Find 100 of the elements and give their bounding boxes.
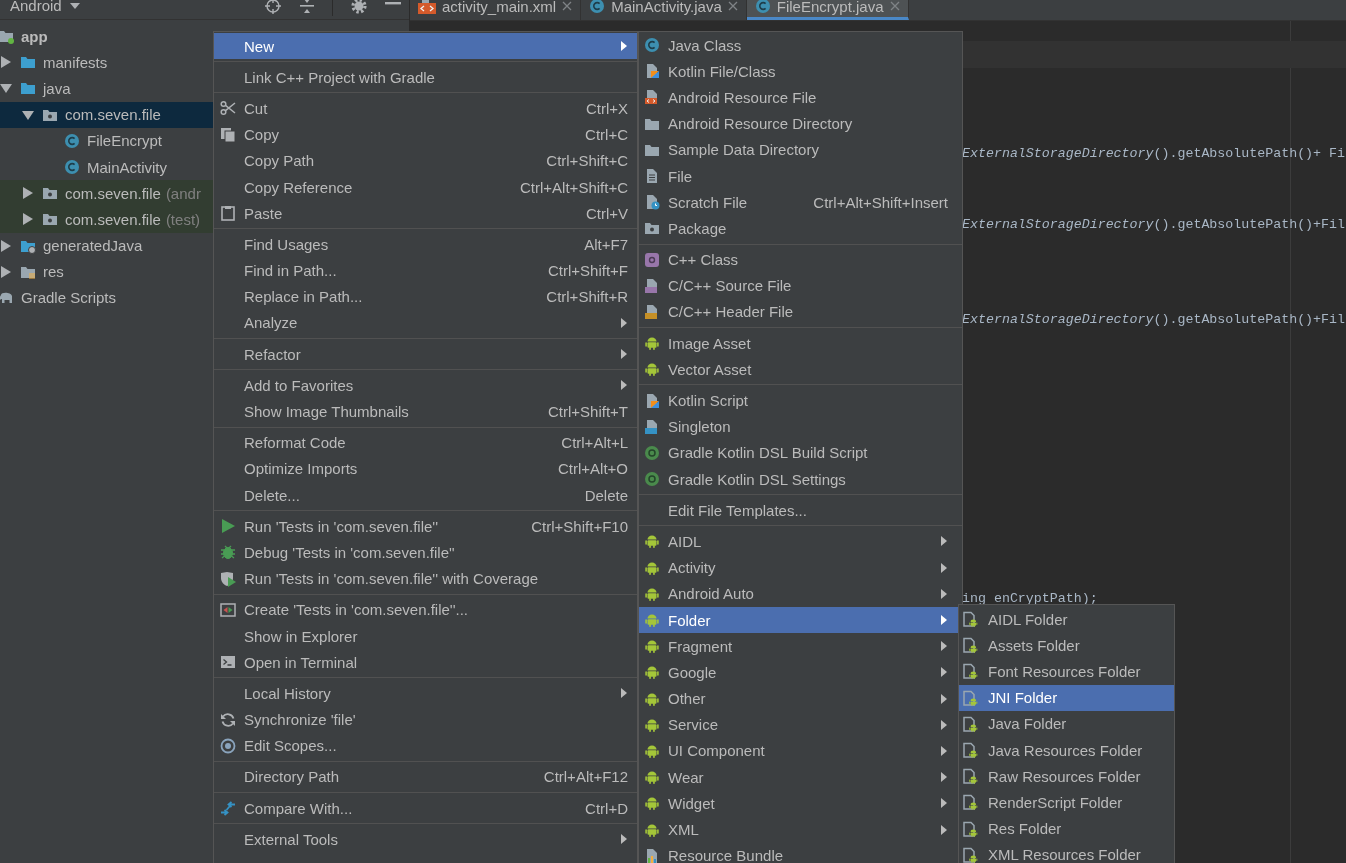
code-line: ExternalStorageDirectory().getAbsolutePath()+ Fi: [962, 145, 1346, 163]
menu-item[interactable]: Analyze: [214, 309, 637, 337]
menu-item[interactable]: Wear: [639, 764, 962, 791]
menu-item[interactable]: Add to Favorites: [214, 372, 637, 399]
menu-item[interactable]: Refactor: [214, 341, 637, 368]
menu-item[interactable]: UI Component: [639, 737, 962, 765]
collapsed-arrow-icon[interactable]: [0, 239, 12, 252]
menu-item[interactable]: Service: [639, 711, 962, 738]
menu-item[interactable]: Local History: [214, 680, 637, 707]
menu-item[interactable]: XML: [639, 816, 962, 843]
kotlin-file-icon: [644, 63, 660, 80]
menu-item[interactable]: Edit Scopes...: [214, 732, 637, 759]
editor-tab[interactable]: activity_main.xml: [410, 0, 582, 20]
menu-item[interactable]: Resource Bundle: [639, 842, 962, 863]
menu-item[interactable]: Gradle Kotlin DSL Settings: [639, 466, 962, 493]
menu-item[interactable]: Fragment: [639, 633, 962, 660]
menu-item[interactable]: Kotlin File/Class: [639, 58, 962, 85]
menu-item[interactable]: New: [214, 33, 637, 60]
menu-item[interactable]: Android Resource File: [639, 84, 962, 111]
menu-item[interactable]: C/C++ Source File: [639, 272, 962, 299]
android-file-icon: [962, 715, 978, 732]
editor-tab[interactable]: FileEncrypt.java: [746, 0, 909, 20]
sync-icon: [220, 711, 236, 728]
menu-item[interactable]: Sample Data Directory: [639, 136, 962, 163]
menu-item[interactable]: Raw Resources Folder: [959, 763, 1174, 790]
menu-item[interactable]: C++ Class: [639, 246, 962, 273]
gradle-icon: [644, 444, 660, 461]
gradle-icon: [644, 471, 660, 488]
menu-item[interactable]: Android Resource Directory: [639, 110, 962, 137]
menu-item[interactable]: Link C++ Project with Gradle: [214, 64, 637, 91]
menu-item[interactable]: Directory Path Ctrl+Alt+F12: [214, 763, 637, 791]
close-icon[interactable]: [727, 1, 738, 11]
menu-item[interactable]: Activity: [639, 554, 962, 581]
menu-item[interactable]: Find Usages Alt+F7: [214, 231, 637, 258]
menu-item[interactable]: Replace in Path... Ctrl+Shift+R: [214, 283, 637, 310]
menu-item[interactable]: Scratch File Ctrl+Alt+Shift+Insert: [639, 189, 962, 216]
menu-item[interactable]: Gradle Kotlin DSL Build Script: [639, 439, 962, 466]
collapsed-arrow-icon[interactable]: [0, 56, 12, 69]
menu-item[interactable]: File: [639, 162, 962, 190]
bug-icon: [220, 544, 236, 561]
menu-item[interactable]: Widget: [639, 790, 962, 817]
menu-item[interactable]: Edit File Templates...: [639, 497, 962, 524]
menu-item[interactable]: Run 'Tests in 'com.seven.file'' with Coverage: [214, 565, 637, 592]
menu-item[interactable]: Android Auto: [639, 580, 962, 607]
menu-item[interactable]: AIDL Folder: [959, 606, 1174, 633]
expanded-arrow-icon[interactable]: [0, 82, 12, 95]
menu-item[interactable]: Singleton: [639, 413, 962, 440]
view-dropdown[interactable]: Android: [8, 0, 82, 14]
menu-item[interactable]: Assets Folder: [959, 632, 1174, 659]
code-line: ExternalStorageDirectory().getAbsolutePath()+Fil: [962, 216, 1346, 234]
menu-item[interactable]: RenderScript Folder: [959, 789, 1174, 816]
settings-icon[interactable]: [350, 0, 368, 15]
menu-item[interactable]: Open in Terminal: [214, 649, 637, 676]
close-icon[interactable]: [562, 1, 573, 11]
menu-item[interactable]: Copy Path Ctrl+Shift+C: [214, 147, 637, 174]
menu-item[interactable]: Show in Explorer: [214, 622, 637, 650]
android-file-icon: [962, 663, 978, 680]
collapsed-arrow-icon[interactable]: [0, 265, 12, 278]
menu-item[interactable]: Optimize Imports Ctrl+Alt+O: [214, 455, 637, 482]
expanded-arrow-icon[interactable]: [22, 108, 34, 121]
xml-file-icon: [418, 0, 436, 14]
menu-item[interactable]: Kotlin Script: [639, 387, 962, 414]
header-file-icon: [644, 303, 660, 320]
collapse-icon[interactable]: [299, 0, 315, 14]
menu-item[interactable]: Vector Asset: [639, 356, 962, 383]
clipboard-icon: [220, 205, 236, 222]
menu-item[interactable]: External Tools: [214, 826, 637, 853]
menu-item[interactable]: Java Class: [639, 32, 962, 59]
class-icon: [589, 0, 606, 14]
menu-item[interactable]: Compare With... Ctrl+D: [214, 795, 637, 822]
editor-tab[interactable]: MainActivity.java: [581, 0, 747, 20]
locate-icon[interactable]: [264, 0, 282, 15]
menu-item[interactable]: Image Asset: [639, 330, 962, 357]
module-icon: [0, 28, 14, 45]
menu-item[interactable]: Run 'Tests in 'com.seven.file'' Ctrl+Shift+F10: [214, 513, 637, 540]
menu-item[interactable]: AIDL: [639, 528, 962, 555]
menu-item[interactable]: Delete... Delete: [214, 482, 637, 509]
menu-item[interactable]: Java Resources Folder: [959, 736, 1174, 764]
menu-item[interactable]: Debug 'Tests in 'com.seven.file'': [214, 539, 637, 566]
collapsed-arrow-icon[interactable]: [22, 213, 34, 226]
menu-item[interactable]: Reformat Code Ctrl+Alt+L: [214, 429, 637, 456]
menu-item[interactable]: Create 'Tests in 'com.seven.file''...: [214, 596, 637, 623]
collapsed-arrow-icon[interactable]: [22, 187, 34, 200]
scissors-icon: [220, 100, 236, 117]
menu-item[interactable]: Show Image Thumbnails Ctrl+Shift+T: [214, 398, 637, 425]
resource-bundle-icon: [644, 847, 660, 863]
menu-item[interactable]: C/C++ Header File: [639, 298, 962, 326]
menu-item[interactable]: JNI Folder: [959, 684, 1174, 711]
menu-item[interactable]: Find in Path... Ctrl+Shift+F: [214, 257, 637, 284]
target-icon: [220, 737, 236, 754]
menu-item[interactable]: Res Folder: [959, 815, 1174, 842]
file-icon: [644, 168, 660, 185]
menu-item[interactable]: Other: [639, 685, 962, 712]
folder-icon: [20, 80, 36, 97]
menu-item[interactable]: Java Folder: [959, 710, 1174, 737]
menu-item[interactable]: XML Resources Folder: [959, 841, 1174, 863]
menu-item[interactable]: Google: [639, 659, 962, 686]
menu-item[interactable]: Package: [639, 215, 962, 242]
menu-item[interactable]: Font Resources Folder: [959, 658, 1174, 685]
menu-item[interactable]: Synchronize 'file': [214, 706, 637, 733]
